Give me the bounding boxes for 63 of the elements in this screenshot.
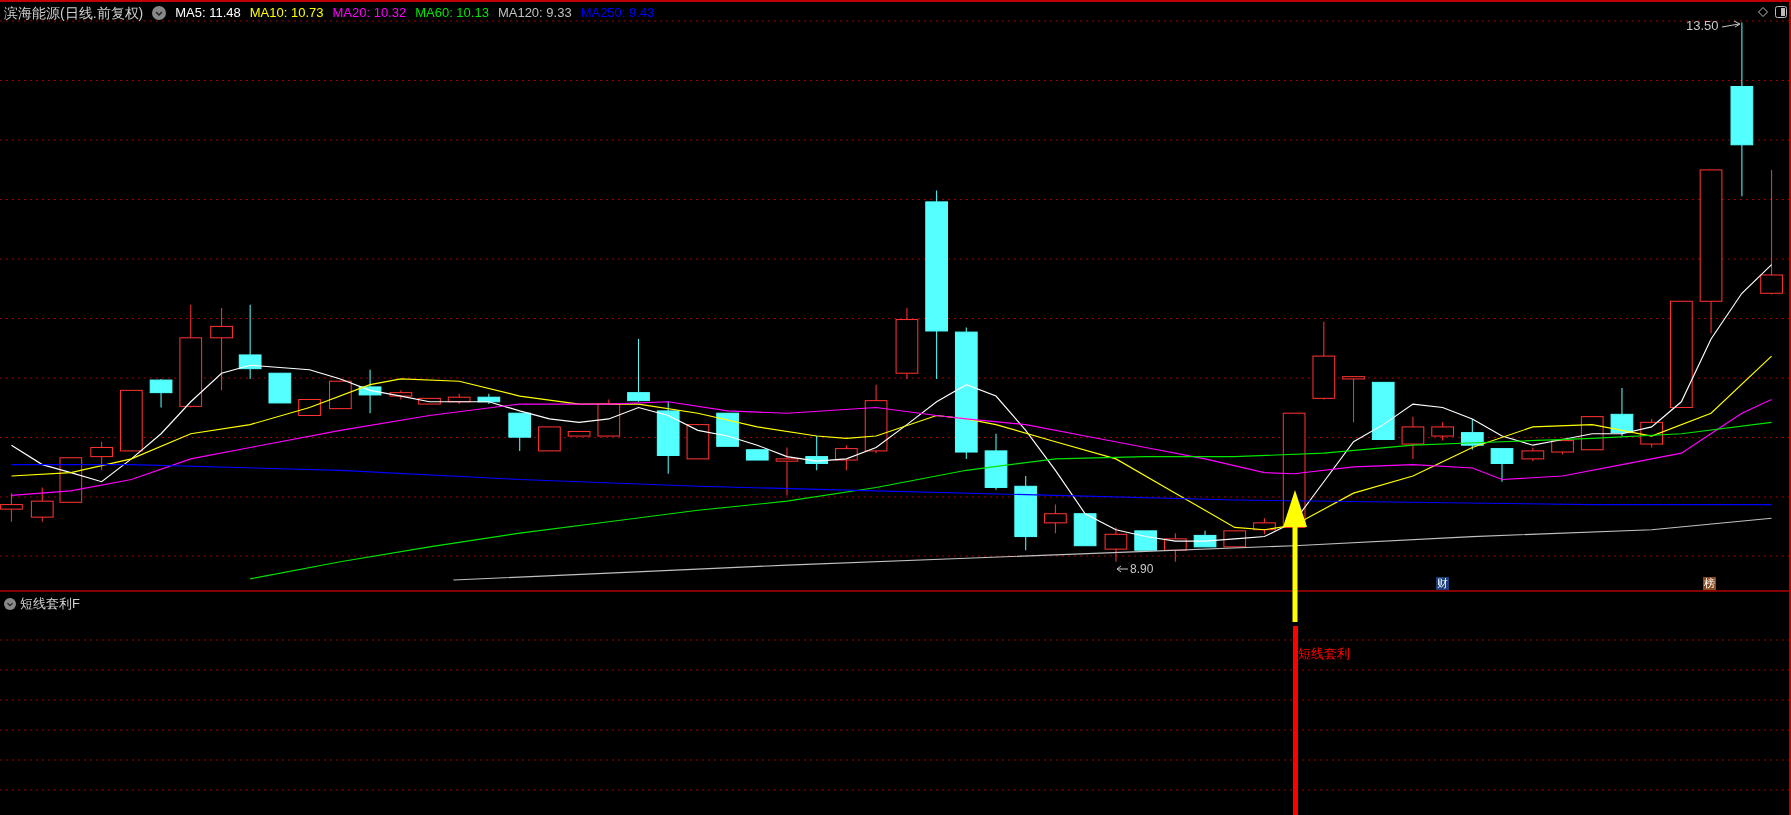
signal-arrow-icon bbox=[1283, 490, 1307, 622]
candlestick bbox=[1342, 376, 1365, 423]
diamond-icon[interactable] bbox=[1758, 7, 1768, 17]
candlestick bbox=[447, 393, 471, 405]
candlestick bbox=[90, 441, 114, 471]
candlestick bbox=[1073, 513, 1097, 547]
candlestick bbox=[1104, 526, 1128, 563]
candlestick bbox=[1551, 437, 1574, 455]
event-badge[interactable]: 财 bbox=[1436, 577, 1449, 590]
candlestick bbox=[775, 446, 799, 496]
candlestick bbox=[1223, 530, 1247, 548]
candlestick bbox=[864, 384, 888, 454]
candlestick bbox=[1193, 530, 1217, 548]
candlestick bbox=[1134, 530, 1157, 551]
candlestick bbox=[298, 398, 321, 416]
candlestick bbox=[1460, 418, 1484, 451]
high-price-label: 13.50 bbox=[1686, 19, 1719, 32]
moving-average-label: MA10: 10.73 bbox=[249, 4, 324, 23]
candlestick bbox=[1253, 517, 1276, 535]
chart-title: 滨海能源(日线.前复权) bbox=[4, 3, 144, 23]
candlestick bbox=[984, 433, 1008, 491]
candlestick bbox=[1401, 416, 1425, 460]
candlestick bbox=[538, 426, 561, 452]
candlestick bbox=[30, 486, 54, 523]
candlestick bbox=[477, 393, 501, 405]
dropdown-icon[interactable] bbox=[4, 597, 16, 610]
candlestick bbox=[1521, 446, 1545, 462]
candlestick bbox=[389, 389, 413, 400]
candlestick bbox=[120, 389, 143, 452]
moving-average-label: MA250: 9.43 bbox=[580, 4, 655, 23]
candlestick bbox=[1490, 448, 1514, 483]
moving-average-label: MA20: 10.32 bbox=[332, 4, 407, 23]
low-price-label: 8.90 bbox=[1130, 563, 1154, 575]
candlestick bbox=[1163, 532, 1187, 563]
panel-toggle-icon[interactable] bbox=[1775, 6, 1787, 18]
high-arrow-icon bbox=[1721, 20, 1741, 28]
candlestick bbox=[627, 338, 650, 403]
signal-label: 短线套利 bbox=[1298, 647, 1350, 660]
dropdown-icon[interactable] bbox=[152, 6, 167, 20]
candlestick bbox=[805, 435, 829, 471]
candlestick bbox=[686, 424, 710, 460]
candlestick bbox=[59, 457, 83, 503]
moving-average-label: MA120: 9.33 bbox=[497, 4, 572, 23]
candlestick bbox=[358, 369, 382, 414]
moving-average-label: MA5: 11.48 bbox=[175, 4, 241, 23]
candlestick bbox=[716, 412, 739, 447]
candlestick bbox=[1044, 504, 1067, 534]
candlestick bbox=[1610, 387, 1634, 437]
candlestick bbox=[745, 449, 769, 461]
candlestick bbox=[1371, 381, 1395, 440]
candlestick bbox=[149, 378, 173, 408]
candlestick bbox=[329, 380, 352, 410]
candlestick bbox=[268, 372, 292, 404]
low-arrow-icon bbox=[1116, 565, 1129, 573]
candlestick bbox=[1431, 421, 1454, 442]
indicator-title: 短线套利F bbox=[20, 595, 80, 613]
moving-average-label: MA60: 10.13 bbox=[415, 4, 489, 23]
candlestick bbox=[418, 397, 441, 405]
event-badge[interactable]: 榜 bbox=[1703, 577, 1716, 590]
candlestick bbox=[508, 412, 532, 452]
candlestick bbox=[597, 398, 621, 437]
candlestick bbox=[567, 430, 591, 437]
candlestick bbox=[835, 444, 858, 471]
